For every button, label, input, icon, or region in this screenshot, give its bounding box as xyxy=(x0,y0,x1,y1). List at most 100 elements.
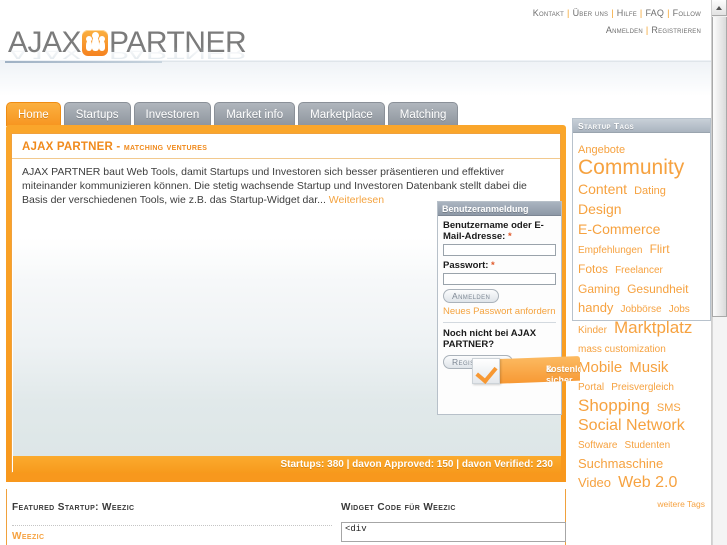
checkmark-icon xyxy=(472,358,500,384)
top-link-registrieren[interactable]: Registrieren xyxy=(651,25,701,35)
header-gradient xyxy=(0,60,711,96)
tag-link[interactable]: E-Commerce xyxy=(578,221,660,237)
tag-link[interactable]: Kinder xyxy=(578,325,607,336)
featured-startup-title: Featured Startup: Weezic xyxy=(12,502,135,513)
bottom-section: Featured Startup: Weezic Weezic Widget C… xyxy=(6,489,566,545)
tag-link[interactable]: handy xyxy=(578,300,613,315)
top-link-kontakt[interactable]: Kontakt xyxy=(533,8,564,18)
frame-bottom-spacer xyxy=(6,482,566,489)
account-links-row: Anmelden | Registrieren xyxy=(605,25,701,35)
login-submit-button[interactable]: Anmelden xyxy=(443,289,500,303)
tag-link[interactable]: Angebote xyxy=(578,144,625,156)
tag-link[interactable]: Fotos xyxy=(578,262,608,276)
tag-link[interactable]: Content xyxy=(578,181,627,197)
header-divider xyxy=(162,61,711,62)
tag-link[interactable]: Suchmaschine xyxy=(578,456,663,471)
tag-link[interactable]: Jobs xyxy=(669,304,690,315)
login-form: Benutzername oder E-Mail-Adresse: * Pass… xyxy=(438,216,561,372)
logo-text-partner: PARTNER xyxy=(109,26,247,59)
logo-text-ajax: AJAX xyxy=(8,26,82,59)
more-tags-link[interactable]: weitere Tags xyxy=(657,499,705,509)
tag-link[interactable]: Community xyxy=(578,156,684,179)
tag-link[interactable]: Empfehlungen xyxy=(578,245,643,256)
top-link-faq[interactable]: FAQ xyxy=(645,8,664,18)
tab-marketplace[interactable]: Marketplace xyxy=(298,102,385,126)
people-badge-icon xyxy=(82,30,109,56)
top-link-ueber-uns[interactable]: Über uns xyxy=(573,8,609,18)
sidebar-startup-tags: Startup Tags Angebote Community Content … xyxy=(572,118,711,509)
intro-text: AJAX PARTNER baut Web Tools, damit Start… xyxy=(22,166,527,206)
login-panel: Benutzeranmeldung Benutzername oder E-Ma… xyxy=(437,201,580,415)
tag-link[interactable]: Gaming xyxy=(578,282,620,296)
tag-link[interactable]: Web 2.0 xyxy=(618,474,677,491)
main-tab-bar: Home Startups Investoren Market info Mar… xyxy=(6,102,459,126)
read-more-link[interactable]: Weiterlesen xyxy=(329,194,384,206)
top-link-anmelden[interactable]: Anmelden xyxy=(606,25,643,35)
tag-link[interactable]: Studenten xyxy=(625,440,671,451)
content-header: AJAX PARTNER - matching ventures xyxy=(12,134,560,159)
tag-link[interactable]: Portal xyxy=(578,382,604,393)
tag-link[interactable]: Gesundheit xyxy=(627,282,688,296)
login-divider xyxy=(443,322,556,323)
tab-startups[interactable]: Startups xyxy=(63,102,131,126)
browser-scrollbar[interactable] xyxy=(711,0,727,545)
top-navigation: Kontakt | Über uns | Hilfe | FAQ | Follow Anmeld… xyxy=(533,8,701,35)
tag-link[interactable]: Design xyxy=(578,201,622,217)
status-bar: Startups: 380 | davon Approved: 150 | da… xyxy=(13,456,561,473)
scrollbar-track[interactable] xyxy=(712,317,727,545)
password-label: Passwort: * xyxy=(443,260,495,271)
tab-matching[interactable]: Matching xyxy=(387,102,459,126)
top-link-follow[interactable]: Follow xyxy=(673,8,701,18)
tag-link[interactable]: Shopping xyxy=(578,396,650,415)
tag-link[interactable]: Marktplatz xyxy=(614,318,692,337)
featured-startup-column: Featured Startup: Weezic Weezic xyxy=(12,502,332,542)
tag-link[interactable]: Musik xyxy=(629,359,668,376)
main-content-inner: AJAX PARTNER - matching ventures AJAX PA… xyxy=(11,133,580,473)
scrollbar-thumb[interactable] xyxy=(712,17,727,317)
page-title-sub: matching ventures xyxy=(123,141,208,153)
required-marker: * xyxy=(507,231,512,242)
featured-startup-name[interactable]: Weezic xyxy=(12,531,332,542)
featured-divider xyxy=(12,525,332,526)
tag-link[interactable]: Flirt xyxy=(650,242,670,256)
sidebar-title: Startup Tags xyxy=(573,119,710,133)
tab-investoren[interactable]: Investoren xyxy=(133,102,212,126)
page-title-main: AJAX PARTNER - xyxy=(22,141,124,153)
free-secure-ribbon: kostenlos & sicher xyxy=(472,352,580,388)
tag-link[interactable]: Preisvergleich xyxy=(611,382,674,393)
password-input[interactable] xyxy=(443,273,556,285)
tag-link[interactable]: SMS xyxy=(657,402,681,414)
forgot-password-link[interactable]: Neues Passwort anfordern xyxy=(443,306,556,317)
tab-home[interactable]: Home xyxy=(6,102,61,126)
username-label: Benutzername oder E-Mail-Adresse: * xyxy=(443,220,544,242)
stats-text: Startups: 380 | davon Approved: 150 | da… xyxy=(280,459,553,470)
tag-link[interactable]: Video xyxy=(578,475,611,490)
scroll-up-button[interactable] xyxy=(712,0,727,16)
top-links-row: Kontakt | Über uns | Hilfe | FAQ | Follow xyxy=(532,8,701,18)
tag-cloud: Angebote Community Content Dating Design… xyxy=(573,133,710,497)
widget-code-column: Widget Code für Weezic <div id="ap_widge… xyxy=(341,502,566,545)
more-tags-row: weitere Tags xyxy=(573,497,710,509)
logo-underline xyxy=(5,61,162,63)
main-content-frame: AJAX PARTNER - matching ventures AJAX PA… xyxy=(6,125,580,482)
ribbon-band: kostenlos & sicher xyxy=(490,356,580,384)
tab-market-info[interactable]: Market info xyxy=(214,102,296,126)
intro-paragraph: AJAX PARTNER baut Web Tools, damit Start… xyxy=(12,159,560,207)
site-header: AJAX PARTNER AJAX PARTNER Kontakt | Über un… xyxy=(0,0,711,96)
page-title: AJAX PARTNER - matching ventures xyxy=(22,141,550,153)
login-panel-title: Benutzeranmeldung xyxy=(438,202,561,216)
tag-link[interactable]: Dating xyxy=(634,185,666,197)
site-logo[interactable]: AJAX PARTNER xyxy=(8,26,247,59)
tag-link[interactable]: Freelancer xyxy=(615,265,663,276)
widget-code-title: Widget Code für Weezic xyxy=(341,502,456,513)
page-root: AJAX PARTNER AJAX PARTNER Kontakt | Über un… xyxy=(0,0,711,545)
top-link-hilfe[interactable]: Hilfe xyxy=(617,8,637,18)
widget-code-textarea[interactable]: <div xyxy=(341,522,566,542)
tag-link[interactable]: Mobile xyxy=(578,359,622,376)
tag-link[interactable]: Jobbörse xyxy=(620,304,661,315)
required-marker-password: * xyxy=(491,260,495,271)
tag-link[interactable]: Software xyxy=(578,440,617,451)
username-input[interactable] xyxy=(443,244,556,256)
tag-link[interactable]: Social Network xyxy=(578,417,685,434)
tag-link[interactable]: mass customization xyxy=(578,344,666,355)
